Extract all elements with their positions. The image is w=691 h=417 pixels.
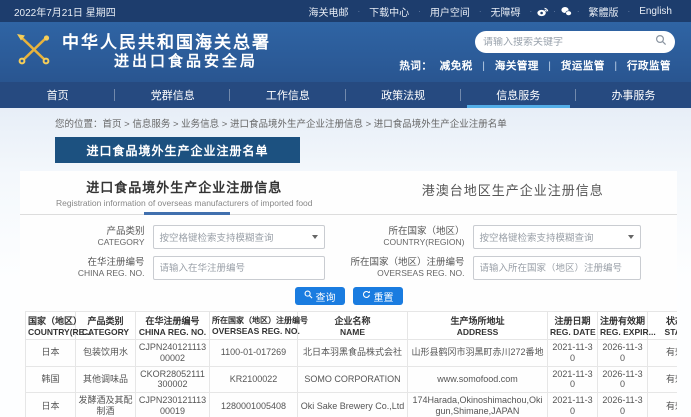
reset-button[interactable]: 重置 [352,287,403,305]
registry-card: 进口食品境外生产企业注册信息 Registration information … [20,171,677,417]
chevron-down-icon [311,235,318,239]
hotword-link[interactable]: 减免税 [436,60,477,72]
link-download-center[interactable]: 下载中心 [364,4,414,19]
tab-title: 进口食品境外生产企业注册信息 [86,180,283,195]
results-table: 国家（地区） COUNTRY(RE... 产品类别 CATEGORY 在华注册编号 C… [25,311,677,417]
tab-hk-macao-taiwan[interactable]: 港澳台地区生产企业注册信息 [349,177,678,214]
top-utility-bar: 2022年7月21日 星期四 海关电邮 · 下载中心 · 用户空间 · 无障碍 … [0,0,691,22]
country-select[interactable]: 按空格键检索支持模糊查询 [472,225,641,249]
col-reg-date: 注册日期 REG. DATE [547,311,598,340]
col-category: 产品类别 CATEGORY [75,311,136,340]
registry-tabs: 进口食品境外生产企业注册信息 Registration information … [20,171,677,215]
nav-item-policies[interactable]: 政策法规 [346,82,461,108]
tab-subtitle: Registration information of overseas man… [55,198,313,208]
site-search-box[interactable] [475,31,675,53]
table-row: 日本 包装饮用水 CJPN24012111300002 1100-01-0172… [25,339,677,367]
hotword-link[interactable]: 行政监管 [623,60,675,72]
divider: · [418,6,421,16]
divider: | [548,60,552,72]
site-title-line1: 中华人民共和国海关总署 [62,33,271,52]
nav-item-party-info[interactable]: 党群信息 [115,82,231,108]
overseas-reg-no-input[interactable] [479,262,634,274]
divider: · [576,6,580,16]
country-label: 所在国家（地区） COUNTRY(REGION) [383,226,465,248]
table-row: 日本 发酵酒及其配制酒 CJPN23012111300019 128000100… [25,392,677,417]
divider: · [357,6,361,16]
overseas-reg-no-label: 所在国家（地区）注册编号 OVERSEAS REG. NO. [350,257,465,279]
divider: · [553,6,556,16]
site-brand: 中华人民共和国海关总署 进出口食品安全局 [14,32,271,73]
link-customs-email[interactable]: 海关电邮 [303,4,353,19]
lang-english[interactable]: English [634,6,677,17]
refresh-icon [362,290,371,302]
col-china-reg-no: 在华注册编号 CHINA REG. NO. [135,311,210,340]
current-date: 2022年7月21日 星期四 [14,7,116,19]
results-table-wrap: 国家（地区） COUNTRY(RE... 产品类别 CATEGORY 在华注册编号 C… [25,311,677,417]
customs-emblem-logo [14,32,54,73]
query-form: 产品类别 CATEGORY 按空格键检索支持模糊查询 所在国家（地区） COUN… [20,215,677,282]
registry-list-banner-button[interactable]: 进口食品境外生产企业注册名单 [55,137,300,163]
link-user-space[interactable]: 用户空间 [425,4,475,19]
form-actions: 查询 重置 [20,282,677,311]
tab-overseas-manufacturers[interactable]: 进口食品境外生产企业注册信息 Registration information … [20,177,349,215]
page-content: 您的位置：首页 > 信息服务 > 业务信息 > 进口食品境外生产企业注册信息 >… [0,108,691,417]
site-search-input[interactable] [483,36,655,48]
china-reg-no-field[interactable] [152,256,325,280]
china-reg-no-input[interactable] [159,262,318,274]
tab-title: 港澳台地区生产企业注册信息 [421,183,604,198]
nav-item-home[interactable]: 首页 [0,82,116,108]
search-icon [304,290,313,302]
chevron-down-icon [627,235,634,239]
weibo-icon[interactable] [536,5,549,18]
col-reg-expiry: 注册有效期 REG. EXPIR... [597,311,656,340]
nav-item-service[interactable]: 办事服务 [576,82,691,108]
divider: · [529,6,533,16]
table-row: 韩国 其他调味品 CKOR28052111300002 KR2100022 SO… [25,365,677,394]
col-name: 企业名称 NAME [297,311,408,340]
divider: | [482,60,486,72]
breadcrumb: 您的位置：首页 > 信息服务 > 业务信息 > 进口食品境外生产企业注册信息 >… [55,119,507,130]
overseas-reg-no-field[interactable] [472,256,641,280]
china-reg-no-label: 在华注册编号 CHINA REG. NO. [77,257,145,279]
col-overseas-reg-no: 所在国家（地区）注册编号 OVERSEAS REG. NO. [209,311,308,340]
table-header-row: 国家（地区） COUNTRY(RE... 产品类别 CATEGORY 在华注册编号 C… [25,311,677,340]
main-nav: 首页 党群信息 工作信息 政策法规 信息服务 办事服务 [0,82,691,108]
nav-item-info-service[interactable]: 信息服务 [461,82,577,108]
site-header: 中华人民共和国海关总署 进出口食品安全局 热词： 减免税 | 海关管理 | 货运… [0,22,691,82]
search-icon[interactable] [655,33,667,51]
divider: | [614,60,618,72]
wechat-icon[interactable] [560,5,573,18]
col-address: 生产场所地址 ADDRESS [407,311,548,340]
category-label: 产品类别 CATEGORY [97,226,145,248]
lang-traditional-chinese[interactable]: 繁體版 [584,4,624,19]
divider: · [478,6,482,16]
hotwords-label: 热词： [399,60,433,72]
query-button[interactable]: 查询 [294,287,345,305]
hotword-link[interactable]: 货运监管 [557,60,609,72]
link-accessibility[interactable]: 无障碍 [486,4,526,19]
hotwords-bar: 热词： 减免税 | 海关管理 | 货运监管 | 行政监管 [399,58,675,73]
nav-item-work-info[interactable]: 工作信息 [230,82,346,108]
divider: · [627,6,631,16]
col-country: 国家（地区） COUNTRY(RE... [25,311,91,340]
category-select[interactable]: 按空格键检索支持模糊查询 [152,225,325,249]
hotword-link[interactable]: 海关管理 [491,60,543,72]
site-title-line2: 进出口食品安全局 [114,54,259,71]
